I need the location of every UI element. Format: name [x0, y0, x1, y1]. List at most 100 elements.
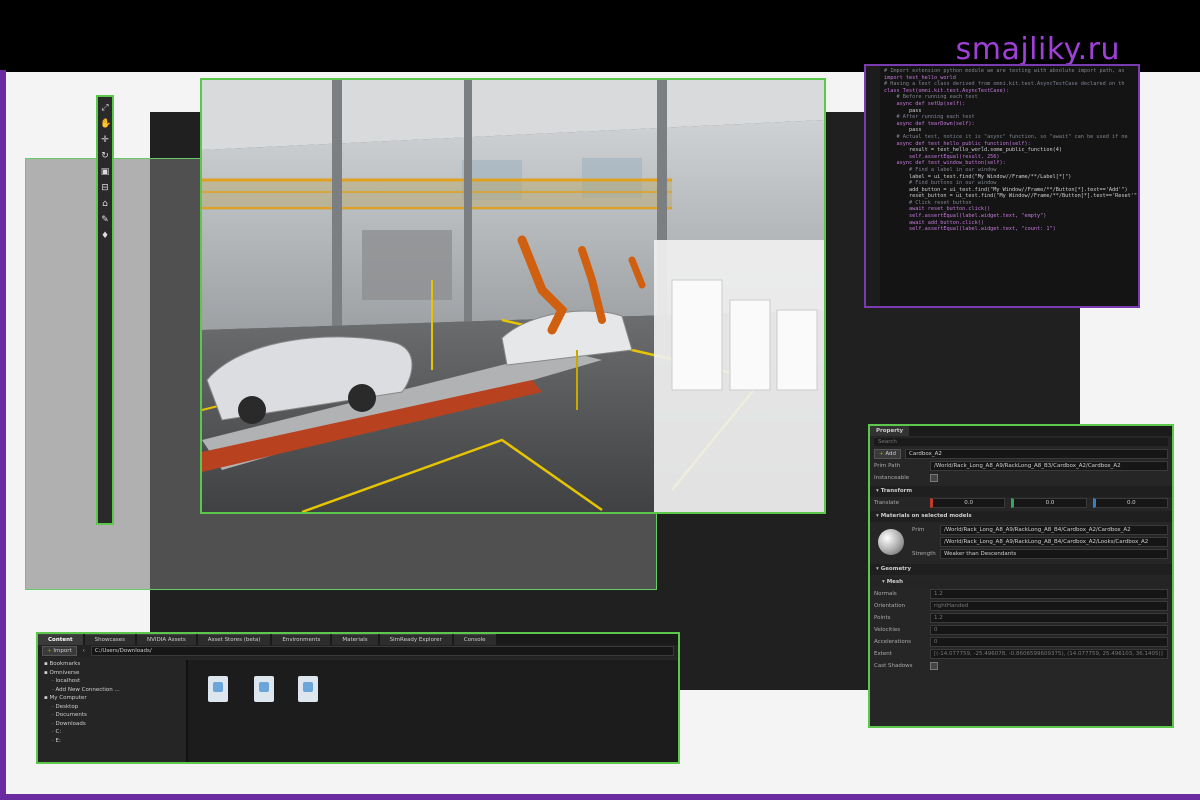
tree-item[interactable]: · localhost: [42, 677, 186, 686]
move-icon[interactable]: ✛: [100, 135, 110, 145]
code-line[interactable]: async def tearDown(self):: [884, 121, 1136, 128]
code-line[interactable]: import test_hello_world: [884, 75, 1136, 82]
prim-path-field[interactable]: /World/Rack_Long_A8_A9/RackLong_A8_B3/Ca…: [930, 461, 1168, 471]
code-line[interactable]: await add_button.click(): [884, 220, 1136, 227]
materials-section-header[interactable]: Materials on selected models: [870, 511, 1172, 522]
code-editor[interactable]: # Import extension python module we are …: [864, 64, 1140, 308]
snap-icon[interactable]: ⊟: [100, 183, 110, 193]
rotate-icon[interactable]: ↻: [100, 151, 110, 161]
translate-x-field[interactable]: 0.0: [930, 498, 1006, 508]
code-line[interactable]: async def test_window_button(self):: [884, 160, 1136, 167]
tree-item[interactable]: · C:: [42, 728, 186, 737]
material-path-field[interactable]: /World/Rack_Long_A8_A9/RackLong_A8_B4/Ca…: [940, 537, 1168, 547]
code-lines[interactable]: # Import extension python module we are …: [884, 68, 1138, 233]
content-tab[interactable]: Showcases: [84, 634, 135, 645]
tree-item-label: Omniverse: [49, 669, 80, 676]
strength-dropdown[interactable]: Weaker than Descendants: [940, 549, 1168, 559]
tree-item[interactable]: ▪ My Computer: [42, 694, 186, 703]
file-thumbnail[interactable]: [254, 676, 274, 702]
code-line[interactable]: # Having a test class derived from omni.…: [884, 81, 1136, 88]
code-line[interactable]: result = test_hello_world.some_public_fu…: [884, 147, 1136, 154]
add-component-button[interactable]: Add: [874, 449, 902, 459]
code-line[interactable]: # Find a label in our window: [884, 167, 1136, 174]
code-line[interactable]: pass: [884, 127, 1136, 134]
code-line[interactable]: # Actual test, notice it is "async" func…: [884, 134, 1136, 141]
tree-item[interactable]: · Desktop: [42, 703, 186, 712]
code-line[interactable]: self.assertEqual(label.widget.text, "emp…: [884, 213, 1136, 220]
folder-tree: ▪ Bookmarks ▪ Omniverse · localhost · Add N…: [42, 660, 186, 762]
geometry-row: Velocities 0: [870, 624, 1172, 636]
code-line[interactable]: # After running each test: [884, 114, 1136, 121]
hand-icon[interactable]: ✋: [100, 119, 111, 129]
content-tab[interactable]: Environments: [272, 634, 331, 645]
tab-property[interactable]: Property: [870, 426, 910, 436]
geometry-row: Points 1.2: [870, 612, 1172, 624]
code-line[interactable]: await reset_button.click(): [884, 206, 1136, 213]
scale-icon[interactable]: ▣: [100, 167, 110, 177]
code-line[interactable]: self.assertEqual(label.widget.text, "cou…: [884, 226, 1136, 233]
tree-item[interactable]: · E:: [42, 737, 186, 746]
code-line[interactable]: # Click reset button: [884, 200, 1136, 207]
content-tab[interactable]: Content: [38, 634, 83, 645]
tree-item-label: C:: [55, 729, 62, 735]
translate-z-field[interactable]: 0.0: [1092, 498, 1168, 508]
paint-icon[interactable]: ✎: [100, 215, 110, 225]
tree-item[interactable]: ▪ Omniverse: [42, 669, 186, 678]
code-line[interactable]: reset_button = ui_test.find("My Window//…: [884, 193, 1138, 200]
prim-name-field[interactable]: Cardbox_A2: [905, 449, 1168, 459]
content-tab[interactable]: Materials: [332, 634, 378, 645]
geometry-row-value[interactable]: rightHanded: [930, 601, 1168, 611]
tree-item[interactable]: · Downloads: [42, 720, 186, 729]
material-preview-sphere: [878, 529, 904, 555]
select-icon[interactable]: ⤢: [100, 103, 110, 113]
instanceable-checkbox[interactable]: [930, 474, 938, 482]
geometry-row: Orientation rightHanded: [870, 600, 1172, 612]
tree-item[interactable]: · Add New Connection ...: [42, 686, 186, 695]
geometry-row-label: Velocities: [874, 627, 901, 633]
import-button[interactable]: Import: [42, 646, 77, 656]
code-line[interactable]: async def setUp(self):: [884, 101, 1136, 108]
content-tab[interactable]: NVIDIA Assets: [137, 634, 196, 645]
geometry-rows: Normals 1.2 Orientation rightHanded Points 1.…: [870, 588, 1172, 672]
tree-item[interactable]: · Documents: [42, 711, 186, 720]
property-search-input[interactable]: Search: [874, 438, 1168, 446]
light-icon[interactable]: ♦: [100, 231, 110, 241]
tree-item[interactable]: ▪ Bookmarks: [42, 660, 186, 669]
code-line[interactable]: label = ui_test.find("My Window//Frame/*…: [884, 174, 1136, 181]
camera-icon[interactable]: ⌂: [100, 199, 110, 209]
tree-item-label: localhost: [55, 678, 81, 684]
geometry-section-header[interactable]: Geometry: [870, 564, 1172, 575]
code-line[interactable]: async def test_hello_public_function(sel…: [884, 141, 1136, 148]
path-field[interactable]: C:/Users/Downloads/: [90, 646, 674, 656]
content-tab[interactable]: SimReady Explorer: [379, 634, 452, 645]
cast-shadows-checkbox[interactable]: [930, 662, 938, 670]
viewport[interactable]: [200, 78, 826, 514]
translate-y-field[interactable]: 0.0: [1011, 498, 1087, 508]
factory-scene: [202, 80, 824, 512]
code-line[interactable]: class Test(omni.kit.test.AsyncTestCase):: [884, 88, 1136, 95]
geometry-row-label: Normals: [874, 591, 897, 597]
code-line[interactable]: # Before running each test: [884, 94, 1136, 101]
file-thumbnail[interactable]: [298, 676, 318, 702]
back-arrow-icon[interactable]: ‹: [83, 648, 85, 654]
content-tab[interactable]: Console: [453, 634, 496, 645]
geometry-row-label: Points: [874, 615, 891, 621]
code-line[interactable]: self.assertEqual(result, 256): [884, 154, 1136, 161]
geometry-row: Cast Shadows: [870, 660, 1172, 672]
code-line[interactable]: # Find buttons in our window: [884, 180, 1136, 187]
mesh-subsection-header[interactable]: Mesh: [870, 577, 1172, 588]
instanceable-label: Instanceable: [874, 475, 910, 481]
code-line[interactable]: add_button = ui_test.find("My Window//Fr…: [884, 187, 1136, 194]
frame-edge-left: [0, 70, 6, 800]
content-tab[interactable]: Asset Stores (beta): [197, 634, 271, 645]
geometry-row-value[interactable]: 0: [930, 625, 1168, 635]
material-prim-field[interactable]: /World/Rack_Long_A8_A9/RackLong_A8_B4/Ca…: [940, 525, 1168, 535]
file-thumbnail[interactable]: [208, 676, 228, 702]
geometry-row-value[interactable]: 1.2: [930, 613, 1168, 623]
geometry-row-value[interactable]: 0: [930, 637, 1168, 647]
code-line[interactable]: # Import extension python module we are …: [884, 68, 1136, 75]
code-line[interactable]: pass: [884, 108, 1136, 115]
geometry-row-value[interactable]: [(-14.077759, -25.496078, -0.86065996093…: [930, 649, 1168, 659]
geometry-row-value[interactable]: 1.2: [930, 589, 1168, 599]
transform-section-header[interactable]: Transform: [870, 486, 1172, 497]
